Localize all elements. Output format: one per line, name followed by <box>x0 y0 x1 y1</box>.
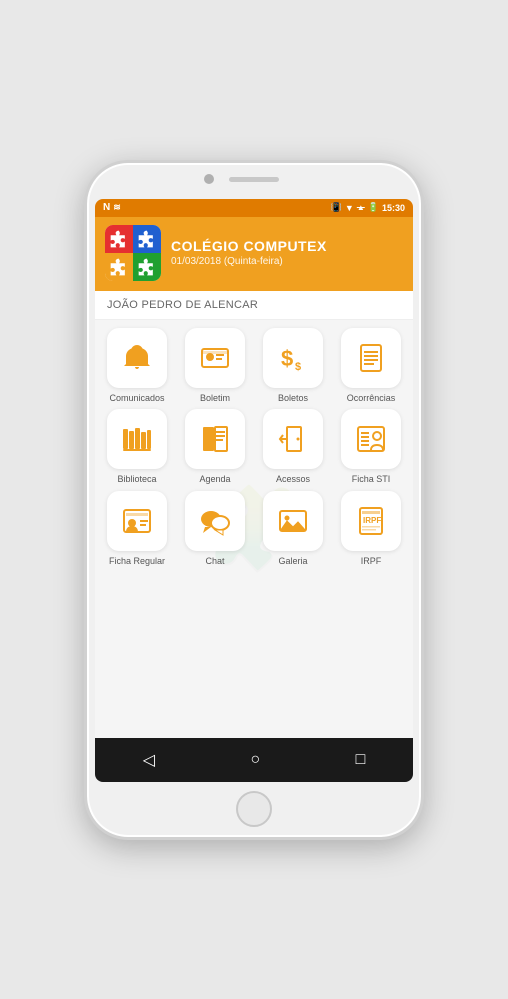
boletim-icon-box <box>185 328 245 388</box>
app-item-ficha-regular[interactable]: Ficha Regular <box>101 491 173 567</box>
status-left-icons: N ≋ <box>103 202 121 213</box>
phone-screen: N ≋ 📳 ▼ ▲ 🔋 15:30 <box>95 199 413 782</box>
image-mountains-icon <box>277 505 309 537</box>
app-item-comunicados[interactable]: Comunicados <box>101 328 173 404</box>
phone-camera <box>204 174 214 184</box>
school-logo <box>105 225 161 281</box>
app-item-biblioteca[interactable]: Biblioteca <box>101 409 173 485</box>
ficha-sti-label: Ficha STI <box>352 474 391 485</box>
agenda-icon-box <box>185 409 245 469</box>
school-name: COLÉGIO COMPUTEX <box>171 238 403 254</box>
logo-piece-red <box>105 225 133 253</box>
app-item-agenda[interactable]: Agenda <box>179 409 251 485</box>
app-item-galeria[interactable]: Galeria <box>257 491 329 567</box>
vibrate-icon: 📳 <box>331 202 342 213</box>
time-display: 15:30 <box>382 203 405 213</box>
bell-icon <box>121 342 153 374</box>
phone-speaker <box>229 177 279 182</box>
app-item-ficha-sti[interactable]: Ficha STI <box>335 409 407 485</box>
boletos-icon-box: $ $ <box>263 328 323 388</box>
recent-icon: □ <box>356 751 366 768</box>
logo-piece-yellow <box>105 253 133 281</box>
chat-bubbles-icon <box>199 505 231 537</box>
no-signal-icon: ▲ <box>357 203 365 212</box>
comunicados-icon-box <box>107 328 167 388</box>
phone-frame: N ≋ 📳 ▼ ▲ 🔋 15:30 <box>84 160 424 840</box>
acessos-label: Acessos <box>276 474 310 485</box>
chat-icon-box <box>185 491 245 551</box>
logo-piece-blue <box>133 225 161 253</box>
biblioteca-label: Biblioteca <box>117 474 156 485</box>
ficha-regular-icon-box <box>107 491 167 551</box>
user-name: JOÃO PEDRO DE ALENCAR <box>107 299 258 311</box>
app-item-irpf[interactable]: IRPF IRPF <box>335 491 407 567</box>
dollar-icon: $ $ <box>277 342 309 374</box>
id-card-icon <box>199 342 231 374</box>
app-grid-container: 🧩 Comunicados <box>95 320 413 738</box>
person-card-icon <box>121 505 153 537</box>
svg-text:$: $ <box>295 361 301 373</box>
person-lines-icon <box>355 423 387 455</box>
chat-label: Chat <box>205 556 224 567</box>
galeria-label: Galeria <box>278 556 307 567</box>
status-right-icons: 📳 ▼ ▲ 🔋 15:30 <box>331 202 405 213</box>
back-icon: ◁ <box>143 752 155 769</box>
school-date: 01/03/2018 (Quinta-feira) <box>171 256 403 267</box>
document-lines-icon <box>355 342 387 374</box>
boletos-label: Boletos <box>278 393 308 404</box>
user-bar: JOÃO PEDRO DE ALENCAR <box>95 291 413 320</box>
book-open-icon <box>199 423 231 455</box>
app-item-acessos[interactable]: Acessos <box>257 409 329 485</box>
home-button[interactable]: ○ <box>238 747 272 773</box>
battery-icon: 🔋 <box>368 202 379 213</box>
status-bar: N ≋ 📳 ▼ ▲ 🔋 15:30 <box>95 199 413 217</box>
ocorrencias-icon-box <box>341 328 401 388</box>
ficha-regular-label: Ficha Regular <box>109 556 165 567</box>
irpf-label: IRPF <box>361 556 382 567</box>
app-header: COLÉGIO COMPUTEX 01/03/2018 (Quinta-feir… <box>95 217 413 291</box>
app-item-boletim[interactable]: Boletim <box>179 328 251 404</box>
door-arrow-icon <box>277 423 309 455</box>
svg-text:$: $ <box>281 346 293 371</box>
app-item-ocorrencias[interactable]: Ocorrências <box>335 328 407 404</box>
acessos-icon-box <box>263 409 323 469</box>
svg-text:IRPF: IRPF <box>363 516 381 525</box>
back-button[interactable]: ◁ <box>131 746 167 774</box>
agenda-label: Agenda <box>199 474 230 485</box>
n-icon: N <box>103 202 110 213</box>
boletim-label: Boletim <box>200 393 230 404</box>
phone-home-button[interactable] <box>236 791 272 827</box>
wifi-icon: ▼ <box>345 203 354 213</box>
volume-button <box>84 303 86 333</box>
irpf-doc-icon: IRPF <box>355 505 387 537</box>
books-icon <box>121 423 153 455</box>
comunicados-label: Comunicados <box>109 393 164 404</box>
irpf-icon-box: IRPF <box>341 491 401 551</box>
home-icon: ○ <box>250 751 260 768</box>
header-info: COLÉGIO COMPUTEX 01/03/2018 (Quinta-feir… <box>171 238 403 267</box>
app-item-chat[interactable]: Chat <box>179 491 251 567</box>
app-grid: Comunicados Boletim <box>101 328 407 567</box>
ficha-sti-icon-box <box>341 409 401 469</box>
signal-icon: ≋ <box>113 202 121 213</box>
logo-piece-green <box>133 253 161 281</box>
app-item-boletos[interactable]: $ $ Boletos <box>257 328 329 404</box>
recent-button[interactable]: □ <box>344 747 378 773</box>
power-button <box>422 293 424 338</box>
navigation-bar: ◁ ○ □ <box>95 738 413 782</box>
galeria-icon-box <box>263 491 323 551</box>
biblioteca-icon-box <box>107 409 167 469</box>
ocorrencias-label: Ocorrências <box>347 393 396 404</box>
